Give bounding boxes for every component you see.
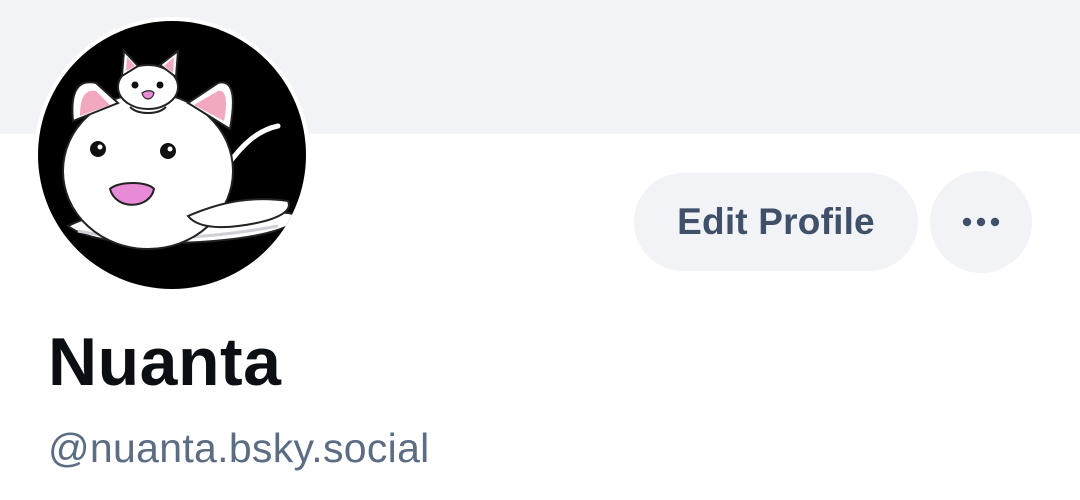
cat-avatar-icon <box>38 21 306 289</box>
profile-display-name: Nuanta <box>48 324 282 400</box>
profile-header: Edit Profile Nuanta @nuanta.bsky.social <box>0 0 1080 500</box>
more-options-button[interactable] <box>930 171 1032 273</box>
edit-profile-button[interactable]: Edit Profile <box>634 173 918 271</box>
profile-avatar[interactable] <box>34 17 310 293</box>
profile-handle: @nuanta.bsky.social <box>48 425 430 471</box>
edit-profile-label: Edit Profile <box>677 201 875 242</box>
more-horizontal-icon <box>962 217 1000 227</box>
